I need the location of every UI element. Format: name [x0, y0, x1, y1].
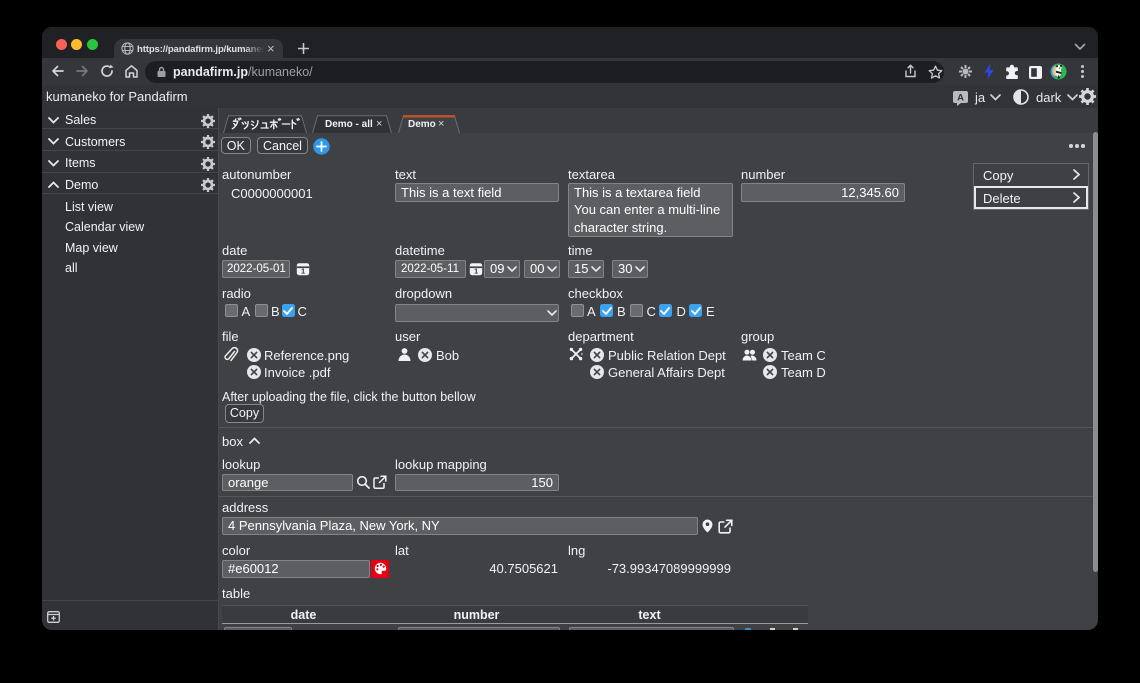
- svg-text:1: 1: [301, 266, 305, 275]
- svg-text:A: A: [957, 92, 964, 103]
- svg-text:1: 1: [474, 266, 478, 275]
